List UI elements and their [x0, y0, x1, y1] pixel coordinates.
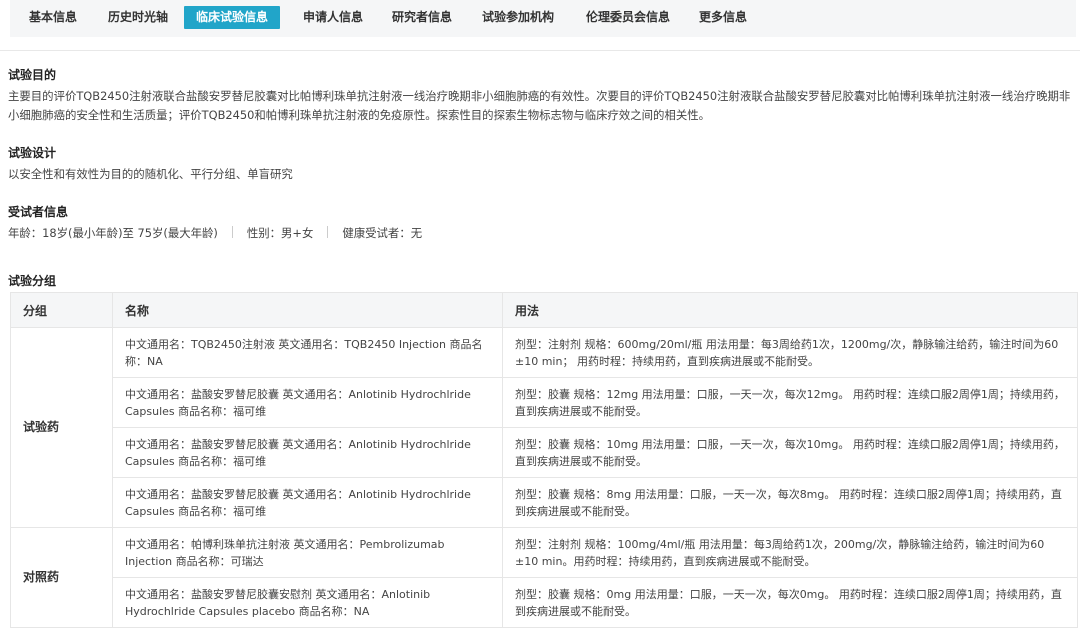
separator [327, 226, 329, 238]
tab-participating-institutions[interactable]: 试验参加机构 [471, 6, 565, 29]
subjects-info-line: 年龄：18岁(最小年龄)至 75岁(最大年龄) 性别：男+女 健康受试者：无 [8, 224, 422, 242]
header-divider [0, 50, 1080, 51]
group-test: 试验药 [10, 327, 113, 528]
tab-applicant-info[interactable]: 申请人信息 [293, 6, 373, 29]
drug-usage: 剂型：注射剂 规格：600mg/20ml/瓶 用法用量：每3周给药1次，1200… [502, 327, 1078, 378]
subjects-title: 受试者信息 [8, 205, 69, 219]
separator [231, 226, 233, 238]
table-row: 中文通用名：盐酸安罗替尼胶囊安慰剂 英文通用名：Anlotinib Hydroc… [11, 577, 1078, 628]
drug-name: 中文通用名：TQB2450注射液 英文通用名：TQB2450 Injection… [112, 327, 503, 378]
drug-usage: 剂型：胶囊 规格：8mg 用法用量：口服，一天一次，每次8mg。 用药时程：连续… [502, 477, 1078, 528]
tab-history-timeline[interactable]: 历史时光轴 [98, 6, 178, 29]
subjects-gender: 性别：男+女 [246, 226, 314, 240]
drug-usage: 剂型：胶囊 规格：10mg 用法用量：口服，一天一次，每次10mg。 用药时程：… [502, 427, 1078, 478]
tab-bar: 基本信息 历史时光轴 临床试验信息 申请人信息 研究者信息 试验参加机构 伦理委… [10, 0, 1076, 37]
header-group: 分组 [10, 292, 113, 328]
drug-name: 中文通用名：盐酸安罗替尼胶囊安慰剂 英文通用名：Anlotinib Hydroc… [112, 577, 503, 628]
table-row: 中文通用名：盐酸安罗替尼胶囊 英文通用名：Anlotinib Hydrochlr… [11, 477, 1078, 528]
tab-ethics-committee-info[interactable]: 伦理委员会信息 [574, 6, 682, 29]
tab-investigator-info[interactable]: 研究者信息 [382, 6, 462, 29]
drug-name: 中文通用名：盐酸安罗替尼胶囊 英文通用名：Anlotinib Hydrochlr… [112, 477, 503, 528]
drug-usage: 剂型：胶囊 规格：0mg 用法用量：口服，一天一次，每次0mg。 用药时程：连续… [502, 577, 1078, 628]
table-row: 试验药 中文通用名：TQB2450注射液 英文通用名：TQB2450 Injec… [10, 327, 1078, 528]
drug-name: 中文通用名：盐酸安罗替尼胶囊 英文通用名：Anlotinib Hydrochlr… [112, 377, 503, 428]
groups-table: 分组 名称 用法 试验药 中文通用名：TQB2450注射液 英文通用名：TQB2… [10, 292, 1078, 628]
drug-name: 中文通用名：盐酸安罗替尼胶囊 英文通用名：Anlotinib Hydrochlr… [112, 427, 503, 478]
purpose-title: 试验目的 [8, 68, 57, 82]
group-control: 对照药 [10, 527, 113, 628]
drug-name: 中文通用名：帕博利珠单抗注射液 英文通用名：Pembrolizumab Inje… [112, 527, 503, 578]
drug-usage: 剂型：注射剂 规格：100mg/4ml/瓶 用法用量：每3周给药1次，200mg… [502, 527, 1078, 578]
table-row: 中文通用名：盐酸安罗替尼胶囊 英文通用名：Anlotinib Hydrochlr… [11, 377, 1078, 428]
table-row: 中文通用名：盐酸安罗替尼胶囊 英文通用名：Anlotinib Hydrochlr… [11, 427, 1078, 478]
purpose-text: 主要目的评价TQB2450注射液联合盐酸安罗替尼胶囊对比帕博利珠单抗注射液一线治… [8, 89, 1071, 122]
table-row: 对照药 中文通用名：帕博利珠单抗注射液 英文通用名：Pembrolizumab … [10, 527, 1078, 628]
header-usage: 用法 [502, 292, 1078, 328]
subjects-age: 年龄：18岁(最小年龄)至 75岁(最大年龄) [8, 226, 218, 240]
design-title: 试验设计 [8, 146, 57, 160]
groups-title: 试验分组 [8, 274, 57, 288]
tab-basic-info[interactable]: 基本信息 [20, 6, 86, 29]
drug-usage: 剂型：胶囊 规格：12mg 用法用量：口服，一天一次，每次12mg。 用药时程：… [502, 377, 1078, 428]
table-header-row: 分组 名称 用法 [10, 292, 1078, 328]
subjects-healthy: 健康受试者：无 [342, 226, 423, 240]
tab-more-info[interactable]: 更多信息 [690, 6, 756, 29]
design-text: 以安全性和有效性为目的的随机化、平行分组、单盲研究 [8, 167, 293, 181]
header-name: 名称 [112, 292, 503, 328]
tab-clinical-trial-info[interactable]: 临床试验信息 [184, 6, 280, 29]
